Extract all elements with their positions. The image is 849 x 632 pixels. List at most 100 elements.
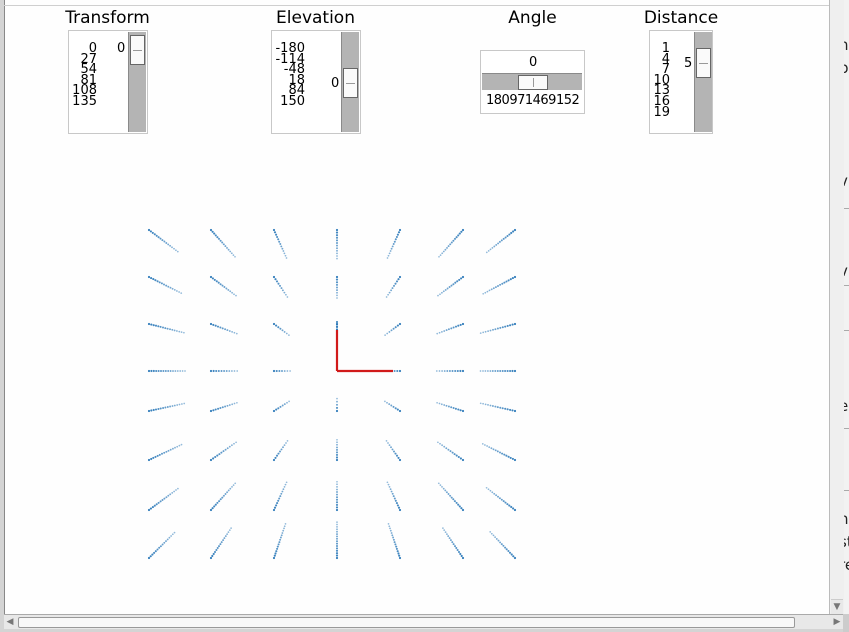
- plot-point: [219, 498, 222, 501]
- plot-point: [211, 507, 214, 510]
- plot-point: [510, 505, 513, 509]
- plot-point: [335, 552, 339, 555]
- plot-point: [183, 331, 185, 334]
- plot-point: [156, 280, 159, 283]
- plot-point: [272, 322, 276, 326]
- plot-point: [491, 247, 494, 249]
- plot-point: [513, 228, 517, 232]
- plot-point: [209, 369, 213, 373]
- horizontal-scrollbar[interactable]: ◀ ▶: [4, 614, 843, 629]
- plot-point: [219, 406, 222, 410]
- plot-point: [509, 456, 512, 459]
- plot-point: [390, 289, 393, 292]
- plot-point: [437, 294, 439, 297]
- plot-point: [279, 327, 282, 330]
- plot-point: [219, 543, 222, 546]
- plot-point: [169, 493, 172, 496]
- plot-point: [490, 532, 493, 535]
- plot-point: [384, 400, 386, 403]
- plot-point: [452, 326, 455, 329]
- plot-point: [396, 324, 399, 327]
- scroll-right-icon[interactable]: ▶: [831, 615, 843, 629]
- plot-point: [173, 531, 176, 534]
- plot-point: [162, 407, 165, 409]
- plot-point: [276, 235, 279, 239]
- plot-point: [387, 483, 390, 486]
- plot-point: [437, 441, 439, 444]
- plot-point: [285, 332, 288, 335]
- plot-point: [335, 239, 339, 242]
- scroll-left-icon[interactable]: ◀: [4, 615, 16, 629]
- plot-point: [336, 528, 338, 531]
- plot-point: [438, 331, 441, 334]
- plot-point: [273, 506, 277, 509]
- plot-point: [461, 275, 465, 279]
- scroll-down-icon[interactable]: ▼: [831, 599, 843, 614]
- plot-point: [394, 326, 397, 329]
- plot-point: [336, 540, 338, 543]
- plot-point: [489, 248, 492, 251]
- plot-point: [506, 234, 509, 238]
- plot-point: [479, 402, 482, 405]
- plot-point: [167, 285, 170, 288]
- plot-point: [398, 508, 402, 512]
- plot-point: [336, 448, 338, 451]
- plot-point: [282, 529, 285, 532]
- plot-point: [274, 552, 277, 555]
- plot-point: [178, 403, 181, 406]
- plot-point: [279, 243, 282, 245]
- plot-point: [229, 487, 232, 490]
- plot-point: [286, 296, 289, 298]
- plot-point: [216, 454, 219, 457]
- plot-point: [335, 236, 339, 239]
- plot-point: [278, 497, 281, 500]
- horizontal-scroll-thumb[interactable]: [18, 617, 795, 628]
- plot-point: [492, 328, 494, 331]
- plot-point: [510, 553, 513, 556]
- plot-point: [280, 245, 283, 248]
- plot-point: [279, 538, 282, 541]
- plot-point: [275, 550, 278, 553]
- plot-point: [177, 487, 179, 490]
- plot-point: [447, 245, 450, 248]
- plot-point: [496, 450, 499, 453]
- plot-point: [209, 409, 213, 413]
- plot-point: [277, 543, 280, 546]
- plot-point: [482, 402, 484, 405]
- vertical-scrollbar[interactable]: ▼: [829, 0, 844, 614]
- plot-point: [288, 334, 290, 336]
- plot-point: [214, 324, 217, 327]
- plot-point: [336, 441, 338, 444]
- plot-point: [387, 442, 389, 444]
- plot-point: [494, 405, 497, 408]
- plot-point: [397, 552, 400, 555]
- plot-point: [492, 448, 495, 451]
- plot-point: [500, 239, 503, 242]
- plot-point: [459, 409, 462, 412]
- plot-point: [231, 403, 234, 406]
- plot-point: [222, 450, 225, 453]
- plot-point: [446, 370, 449, 372]
- plot-point: [212, 323, 215, 326]
- plot-point: [496, 406, 499, 409]
- plot-point: [512, 507, 515, 510]
- plot-point: [449, 494, 452, 497]
- plot-point: [448, 537, 451, 540]
- plot-point: [497, 285, 499, 287]
- plot-point: [169, 370, 172, 372]
- plot-point: [173, 404, 176, 407]
- plot-point: [231, 370, 233, 372]
- plot-point: [444, 489, 447, 492]
- plot-point: [222, 494, 225, 497]
- plot-point: [512, 555, 515, 558]
- plot-point: [335, 234, 339, 237]
- plot-point: [151, 231, 154, 234]
- plot-point: [215, 280, 218, 283]
- plot-point: [452, 406, 455, 410]
- plot-point: [230, 527, 232, 529]
- plot-point: [223, 370, 226, 372]
- plot-point: [336, 537, 338, 540]
- plot-point: [173, 289, 176, 291]
- plot-point: [217, 369, 220, 373]
- plot-point: [452, 543, 455, 546]
